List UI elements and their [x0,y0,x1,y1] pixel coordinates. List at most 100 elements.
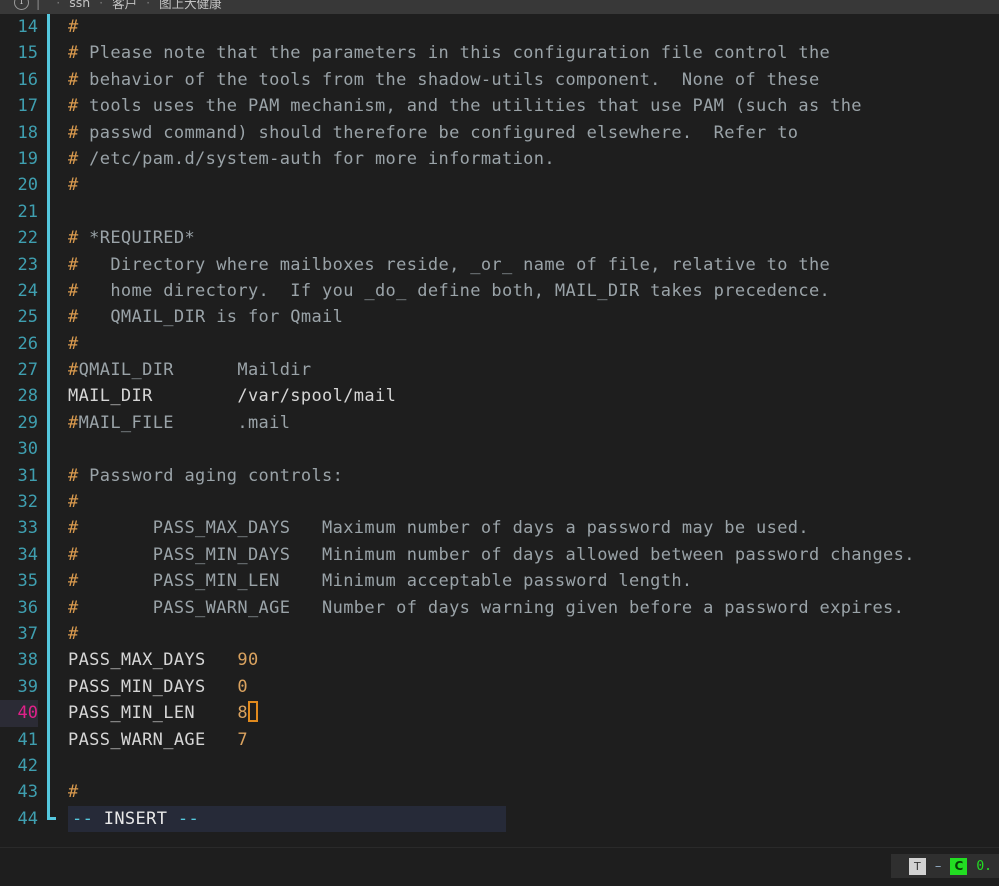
code-content[interactable]: # [50,779,999,805]
line-number: 33 [17,518,38,539]
gutter-spacer [38,120,47,146]
code-content[interactable]: # PASS_MAX_DAYS Maximum number of days a… [50,515,999,541]
breadcrumb-item-ssh[interactable]: ssh [69,0,90,10]
code-content[interactable]: -- INSERT -- [50,805,999,833]
code-text: # PASS_MIN_DAYS Minimum number of days a… [68,544,915,565]
code-content[interactable]: # [50,331,999,357]
line-number: 44 [17,808,38,829]
code-line[interactable]: 38 PASS_MAX_DAYS 90 [0,647,999,674]
code-line[interactable]: 20 # [0,172,999,199]
code-content[interactable]: # QMAIL_DIR is for Qmail [50,304,999,330]
code-line[interactable]: 35 # PASS_MIN_LEN Minimum acceptable pass… [0,568,999,595]
code-content[interactable]: # PASS_MIN_DAYS Minimum number of days a… [50,542,999,568]
code-content[interactable]: # tools uses the PAM mechanism, and the … [50,93,999,119]
line-number: 31 [17,465,38,486]
ime-status-widget[interactable]: T – C 0. [890,854,999,878]
code-content[interactable]: PASS_MIN_DAYS 0 [50,674,999,700]
code-content[interactable]: MAIL_DIR /var/spool/mail [50,383,999,409]
code-content[interactable]: # Password aging controls: [50,463,999,489]
code-line[interactable]: 43 # [0,779,999,806]
code-content[interactable] [50,436,999,462]
code-content[interactable]: PASS_MIN_LEN 8 [50,700,999,726]
breadcrumb-separator-0: · [56,0,61,10]
code-line[interactable]: 21 [0,198,999,226]
code-line[interactable]: 27 #QMAIL_DIR Maildir [0,357,999,384]
gutter-spacer [38,252,47,278]
gutter-spacer [38,410,47,436]
code-line[interactable]: 19 # /etc/pam.d/system-auth for more info… [0,145,999,173]
code-line[interactable]: 15 # Please note that the parameters in t… [0,40,999,67]
code-content[interactable]: # *REQUIRED* [50,225,999,251]
gutter-spacer [38,489,47,515]
code-line[interactable]: 16 # behavior of the tools from the shado… [0,66,999,94]
code-content[interactable]: # /etc/pam.d/system-auth for more inform… [50,146,999,172]
code-line[interactable]: 23 # Directory where mailboxes reside, _o… [0,251,999,278]
code-line[interactable]: 31 # Password aging controls: [0,462,999,490]
breadcrumb-separator-1: · [99,0,104,10]
code-line[interactable]: 32 # [0,489,999,516]
code-line[interactable]: 18 # passwd command) should therefore be … [0,119,999,146]
code-content[interactable]: # PASS_MIN_LEN Minimum acceptable passwo… [50,568,999,594]
code-line[interactable]: 14 # [0,14,999,41]
code-line[interactable]: 33 # PASS_MAX_DAYS Maximum number of days… [0,515,999,542]
gutter-spacer [38,621,47,647]
code-line[interactable]: 30 [0,436,999,463]
gutter-spacer [38,753,47,779]
code-content[interactable]: # Directory where mailboxes reside, _or_… [50,252,999,278]
code-content[interactable]: PASS_MAX_DAYS 90 [50,647,999,673]
info-circle-icon[interactable]: i [14,0,29,10]
code-line[interactable]: 41 PASS_WARN_AGE 7 [0,726,999,753]
code-line[interactable]: 34 # PASS_MIN_DAYS Minimum number of days… [0,541,999,569]
code-content[interactable]: # PASS_WARN_AGE Number of days warning g… [50,595,999,621]
vim-editor[interactable]: 14 #15 # Please note that the parameters i… [0,14,999,847]
code-line[interactable]: 29 #MAIL_FILE .mail [0,409,999,437]
code-text: # Directory where mailboxes reside, _or_… [68,254,831,275]
code-line[interactable]: 42 [0,752,999,780]
code-line[interactable]: 17 # tools uses the PAM mechanism, and th… [0,93,999,120]
breadcrumb-separator-2: · [146,0,151,10]
code-text: # PASS_WARN_AGE Number of days warning g… [68,597,905,618]
code-text: # [68,623,79,644]
code-line[interactable]: 40 PASS_MIN_LEN 8 [0,700,999,727]
code-line[interactable]: 22 # *REQUIRED* [0,225,999,252]
code-content[interactable]: # [50,621,999,647]
code-line[interactable]: 26 # [0,330,999,358]
code-content[interactable]: # [50,14,999,40]
code-text: PASS_MAX_DAYS 90 [68,650,259,671]
code-line[interactable]: 36 # PASS_WARN_AGE Number of days warning… [0,594,999,621]
code-line[interactable]: 44 -- INSERT -- [0,805,999,833]
code-content[interactable]: # [50,489,999,515]
code-content[interactable]: PASS_WARN_AGE 7 [50,727,999,753]
code-content[interactable]: # behavior of the tools from the shadow-… [50,67,999,93]
code-content[interactable]: # Please note that the parameters in thi… [50,40,999,66]
ime-version-label: 0. [976,858,992,874]
line-number: 41 [17,729,38,750]
code-content[interactable] [50,199,999,225]
code-content[interactable]: # passwd command) should therefore be co… [50,120,999,146]
gutter-spacer [38,436,47,462]
ime-dash-icon: – [934,858,942,874]
line-number: 32 [17,492,38,513]
code-text: # Password aging controls: [68,465,344,486]
code-line[interactable]: 37 # [0,620,999,648]
code-content[interactable]: #MAIL_FILE .mail [50,410,999,436]
code-content[interactable]: #QMAIL_DIR Maildir [50,357,999,383]
gutter-spacer [38,647,47,673]
line-number: 36 [17,597,38,618]
breadcrumb-item-project[interactable]: 图上大健康 [159,0,222,12]
gutter-spacer [38,304,47,330]
code-content[interactable]: # home directory. If you _do_ define bot… [50,278,999,304]
breadcrumb-item-customer[interactable]: 客户 [112,0,137,12]
ime-key-icon[interactable]: T [908,857,926,875]
window-title-bar: i | · ssh · 客户 · 图上大健康 [0,0,999,14]
code-line[interactable]: 25 # QMAIL_DIR is for Qmail [0,304,999,331]
line-number: 18 [17,122,38,143]
gutter-spacer [38,463,47,489]
code-line[interactable]: 24 # home directory. If you _do_ define b… [0,277,999,305]
code-line[interactable]: 39 PASS_MIN_DAYS 0 [0,673,999,701]
code-line[interactable]: 28 MAIL_DIR /var/spool/mail [0,383,999,410]
code-content[interactable] [50,753,999,779]
ime-language-icon[interactable]: C [950,857,968,875]
code-content[interactable]: # [50,172,999,198]
gutter-spacer [38,278,47,304]
